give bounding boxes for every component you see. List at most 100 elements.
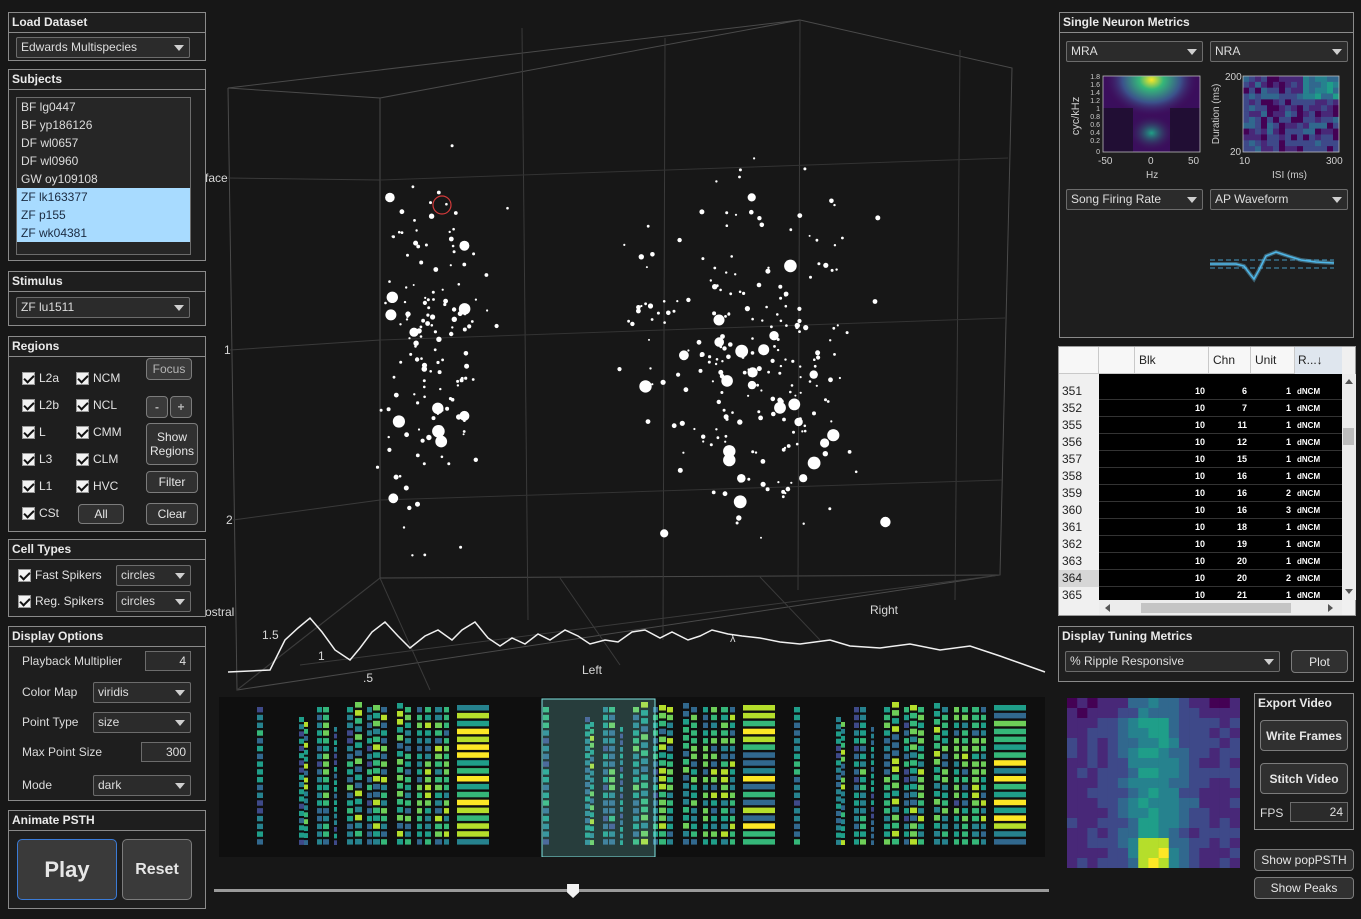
table-row[interactable]: 357 10 15 1 dNCM xyxy=(1059,451,1342,468)
neuron-point[interactable] xyxy=(617,367,622,372)
neuron-point[interactable] xyxy=(459,378,464,383)
neuron-point[interactable] xyxy=(448,230,451,234)
neuron-point[interactable] xyxy=(709,279,712,282)
neuron-point[interactable] xyxy=(707,360,711,364)
neuron-point[interactable] xyxy=(645,419,651,424)
neuron-point[interactable] xyxy=(430,324,434,327)
neuron-point[interactable] xyxy=(784,492,787,495)
neuron-point[interactable] xyxy=(702,440,705,443)
neuron-point[interactable] xyxy=(812,411,816,416)
neuron-point[interactable] xyxy=(443,302,447,307)
scroll-left-arrow-icon[interactable] xyxy=(1105,604,1110,612)
neuron-point[interactable] xyxy=(747,394,750,397)
neuron-point[interactable] xyxy=(427,306,431,310)
neuron-point[interactable] xyxy=(471,378,475,381)
neuron-point[interactable] xyxy=(781,495,785,499)
all-button[interactable]: All xyxy=(78,504,124,524)
neuron-point[interactable] xyxy=(399,209,405,215)
neuron-point[interactable] xyxy=(789,390,792,394)
neuron-point[interactable] xyxy=(727,312,731,316)
neuron-point[interactable] xyxy=(426,298,430,302)
neuron-point[interactable] xyxy=(747,380,757,390)
neuron-point[interactable] xyxy=(400,231,404,235)
neuron-point[interactable] xyxy=(467,324,472,329)
table-row[interactable]: 364 10 20 2 dNCM xyxy=(1059,570,1342,587)
region-checkbox-hvc[interactable]: HVC xyxy=(76,479,118,493)
neuron-point[interactable] xyxy=(494,323,499,329)
neuron-point[interactable] xyxy=(387,447,392,452)
neuron-point[interactable] xyxy=(421,318,425,323)
neuron-point[interactable] xyxy=(815,384,818,387)
neuron-point[interactable] xyxy=(456,379,460,383)
neuron-point[interactable] xyxy=(423,553,427,557)
neuron-point[interactable] xyxy=(682,451,685,454)
neuron-point[interactable] xyxy=(715,180,718,183)
neuron-point[interactable] xyxy=(433,267,439,272)
reg-spikers-shape-dropdown[interactable]: circles xyxy=(116,591,191,612)
neuron-point[interactable] xyxy=(474,298,477,301)
neuron-point[interactable] xyxy=(436,360,440,365)
neuron-point[interactable] xyxy=(742,370,747,375)
region-checkbox-l[interactable]: L xyxy=(22,425,46,439)
neuron-point[interactable] xyxy=(679,420,685,426)
neuron-point[interactable] xyxy=(708,355,712,359)
neuron-point[interactable] xyxy=(790,481,793,484)
neuron-point[interactable] xyxy=(880,516,891,528)
neuron-point[interactable] xyxy=(447,462,451,466)
neuron-point[interactable] xyxy=(757,410,761,414)
playback-multiplier-input[interactable]: 4 xyxy=(145,651,191,671)
neuron-point[interactable] xyxy=(426,434,432,441)
neuron-point[interactable] xyxy=(398,474,402,478)
write-frames-button[interactable]: Write Frames xyxy=(1260,720,1348,751)
neuron-point[interactable] xyxy=(650,252,655,257)
neuron-point[interactable] xyxy=(686,297,691,303)
subject-item[interactable]: ZF lk163377 xyxy=(17,188,190,206)
neuron-point[interactable] xyxy=(687,349,690,352)
subject-item[interactable]: DF wl0960 xyxy=(17,152,190,170)
neuron-point[interactable] xyxy=(432,298,435,301)
neuron-point[interactable] xyxy=(754,451,758,454)
neuron-point[interactable] xyxy=(422,379,426,383)
neuron-point[interactable] xyxy=(830,420,833,423)
color-map-dropdown[interactable]: viridis xyxy=(93,682,191,703)
neuron-point[interactable] xyxy=(847,450,852,454)
fast-spikers-checkbox[interactable]: Fast Spikers xyxy=(18,568,102,582)
neuron-point[interactable] xyxy=(417,428,421,431)
neuron-point[interactable] xyxy=(392,415,405,428)
neuron-point[interactable] xyxy=(747,477,751,481)
neuron-point[interactable] xyxy=(470,320,474,323)
neuron-point[interactable] xyxy=(813,358,816,362)
neuron-point[interactable] xyxy=(826,400,830,403)
neuron-point[interactable] xyxy=(414,357,420,362)
neuron-point[interactable] xyxy=(385,192,395,203)
neuron-point[interactable] xyxy=(726,354,731,360)
neuron-point[interactable] xyxy=(701,434,706,439)
neuron-point[interactable] xyxy=(445,202,448,206)
vertical-scroll-thumb[interactable] xyxy=(1343,428,1354,445)
neuron-point[interactable] xyxy=(776,313,779,316)
neuron-point[interactable] xyxy=(648,338,650,341)
neuron-point[interactable] xyxy=(829,339,832,342)
metric-dropdown-4[interactable]: AP Waveform xyxy=(1210,189,1348,210)
neuron-point[interactable] xyxy=(829,198,834,204)
neuron-point[interactable] xyxy=(729,292,733,296)
neuron-point[interactable] xyxy=(737,502,741,506)
neuron-point[interactable] xyxy=(424,243,428,247)
neuron-point[interactable] xyxy=(699,209,705,215)
neuron-point[interactable] xyxy=(415,501,420,507)
neuron-point[interactable] xyxy=(802,522,805,525)
neuron-point[interactable] xyxy=(464,376,468,380)
neuron-point[interactable] xyxy=(408,337,411,340)
neuron-point[interactable] xyxy=(815,238,819,242)
neuron-point[interactable] xyxy=(462,433,465,436)
neuron-point[interactable] xyxy=(801,430,804,433)
neuron-point[interactable] xyxy=(627,319,630,323)
neuron-point[interactable] xyxy=(660,529,669,538)
neuron-points[interactable] xyxy=(375,144,891,557)
neuron-point[interactable] xyxy=(676,372,681,377)
neuron-point[interactable] xyxy=(457,283,461,286)
neuron-point[interactable] xyxy=(784,259,797,273)
table-row[interactable]: 351 10 6 1 dNCM xyxy=(1059,383,1342,400)
neuron-point[interactable] xyxy=(716,436,720,440)
neuron-point[interactable] xyxy=(724,434,728,438)
